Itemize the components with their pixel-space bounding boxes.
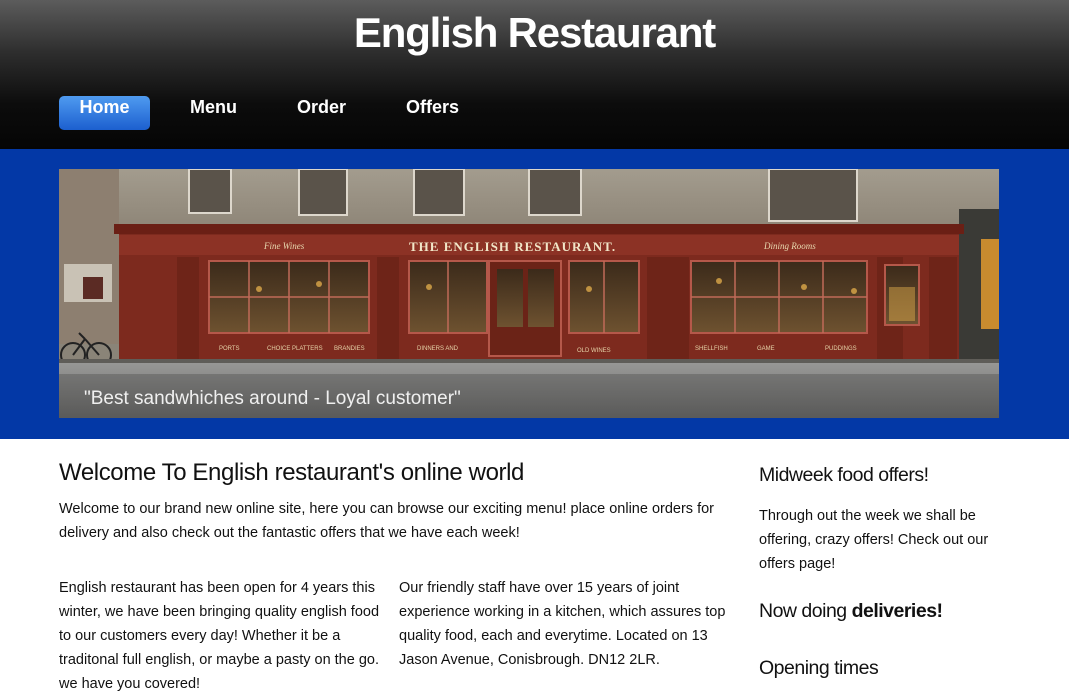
fascia-right-text: Dining Rooms [763,241,816,251]
deliveries-heading: Now doing deliveries! [759,600,943,623]
window-label: PUDDINGS [825,346,857,352]
window-label: GAME [757,346,775,352]
window-label: BRANDIES [334,346,365,352]
offers-paragraph: Through out the week we shall be offerin… [759,508,989,572]
deliveries-prefix: Now doing [759,600,847,622]
staff-paragraph: Our friendly staff have over 15 years of… [399,580,726,668]
restaurant-photo: Fine Wines THE ENGLISH RESTAURANT. Dinin… [59,169,999,418]
site-title: English Restaurant [353,9,716,56]
fascia-sign-text: THE ENGLISH RESTAURANT. [409,239,616,254]
opening-times-heading: Opening times [759,657,879,679]
offers-heading: Midweek food offers! [759,464,929,486]
nav-offers[interactable]: Offers [406,96,459,130]
window-label: CHOICE PLATTERS [267,346,323,352]
deliveries-bold: deliveries! [851,600,943,622]
main-content: Welcome To English restaurant's online w… [0,439,1069,692]
banner-caption: "Best sandwhiches around - Loyal custome… [84,388,461,409]
nav-home[interactable]: Home [59,96,150,130]
window-label: PORTS [219,346,240,352]
window-label: DINNERS AND [417,346,459,352]
welcome-heading: Welcome To English restaurant's online w… [59,459,525,486]
window-label: SHELLFISH [695,346,728,352]
about-paragraph: English restaurant has been open for 4 y… [59,580,380,692]
window-label: OLD WINES [577,348,611,354]
hero-banner: Fine Wines THE ENGLISH RESTAURANT. Dinin… [0,149,1069,439]
nav-order[interactable]: Order [297,96,346,130]
nav-menu[interactable]: Menu [190,96,237,130]
site-header: English Restaurant Home Menu Order Offer… [0,0,1069,149]
restaurant-facade-illustration: Fine Wines THE ENGLISH RESTAURANT. Dinin… [59,169,999,418]
main-nav: Home Menu Order Offers [59,96,459,130]
fascia-left-text: Fine Wines [263,241,305,251]
intro-paragraph: Welcome to our brand new online site, he… [59,501,715,541]
